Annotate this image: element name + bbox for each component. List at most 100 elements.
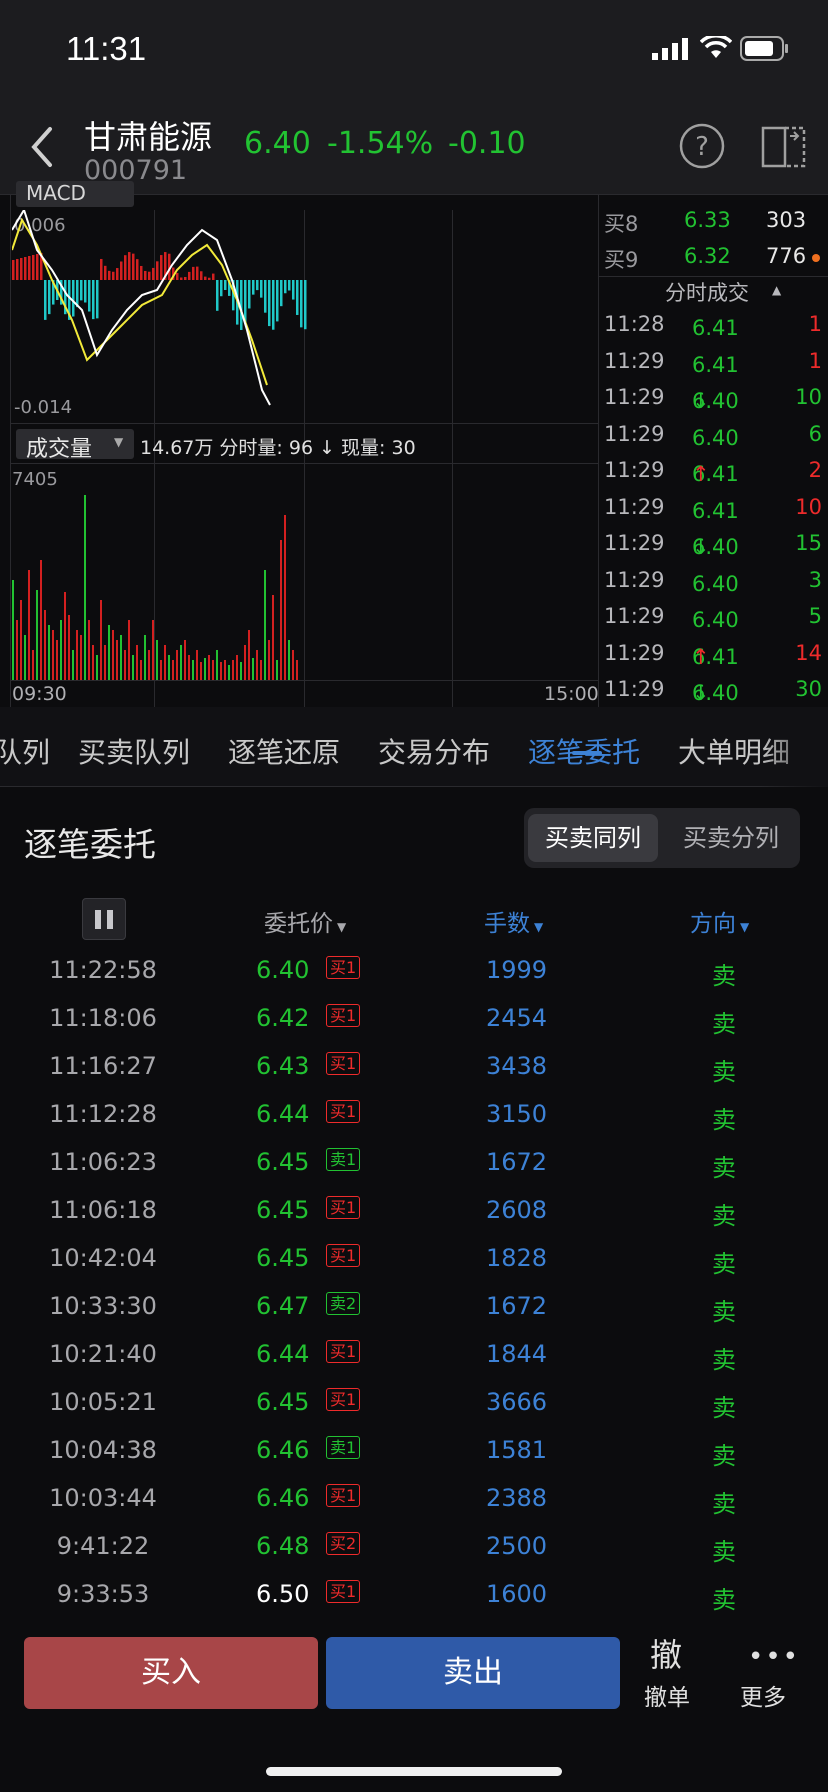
order-badge: 买1 xyxy=(326,1340,361,1363)
macd-bar xyxy=(104,265,107,280)
macd-bar xyxy=(196,266,199,280)
order-badge: 卖1 xyxy=(326,1436,361,1459)
macd-bar xyxy=(124,255,127,280)
volume-bar xyxy=(148,650,150,680)
order-time: 10:03:44 xyxy=(49,1484,157,1512)
trades-header[interactable]: 分时成交 xyxy=(665,277,749,307)
order-badge: 买1 xyxy=(326,1388,361,1411)
macd-bar xyxy=(208,277,211,280)
volume-bar xyxy=(212,660,214,680)
macd-bar xyxy=(268,280,271,327)
volume-bar xyxy=(248,630,250,680)
macd-bar xyxy=(24,257,27,280)
volume-bar xyxy=(12,580,14,680)
volume-bar xyxy=(112,630,114,680)
macd-bar xyxy=(244,280,247,324)
order-row: 11:12:28 6.44 买1 3150 卖 xyxy=(0,1092,828,1140)
volume-bar xyxy=(132,655,134,680)
back-icon[interactable] xyxy=(28,126,56,168)
trade-row: 11:29 6.41 ↑ 2 xyxy=(604,458,822,486)
signal-icon xyxy=(652,38,688,60)
macd-bar xyxy=(20,258,23,280)
help-icon[interactable]: ? xyxy=(678,122,726,170)
macd-bar xyxy=(72,280,75,317)
volume-bar xyxy=(88,620,90,680)
layout-switch-icon[interactable] xyxy=(760,122,810,170)
tab-trade-distribution[interactable]: 交易分布 xyxy=(378,731,490,771)
volume-bar xyxy=(180,645,182,680)
macd-bar xyxy=(288,280,291,291)
volume-bar xyxy=(168,655,170,680)
order-qty: 3150 xyxy=(486,1100,548,1128)
macd-bar xyxy=(304,280,307,330)
order-row: 10:33:30 6.47 卖2 1672 卖 xyxy=(0,1284,828,1332)
volume-bar xyxy=(296,660,298,680)
view-toggle: 买卖同列 买卖分列 xyxy=(524,808,800,868)
order-direction: 卖 xyxy=(712,1346,736,1374)
toggle-same-column[interactable]: 买卖同列 xyxy=(528,814,658,862)
order-badge: 卖2 xyxy=(326,1292,361,1315)
order-row: 11:16:27 6.43 买1 3438 卖 xyxy=(0,1044,828,1092)
trade-row: 11:29 6.41 1 xyxy=(604,348,822,377)
macd-bar xyxy=(156,261,159,280)
order-row: 11:22:58 6.40 买1 1999 卖 xyxy=(0,948,828,996)
macd-bar xyxy=(96,280,99,319)
macd-selector[interactable]: MACD xyxy=(16,181,134,207)
macd-bar xyxy=(32,255,35,280)
order-time: 11:12:28 xyxy=(49,1100,157,1128)
order-price: 6.46 xyxy=(256,1484,310,1512)
order-row: 10:21:40 6.44 买1 1844 卖 xyxy=(0,1332,828,1380)
volume-bar xyxy=(268,640,270,680)
order-price: 6.45 xyxy=(256,1148,310,1176)
macd-bar xyxy=(120,261,123,280)
macd-bar xyxy=(116,268,119,280)
sell-button[interactable]: 卖出 xyxy=(326,1637,620,1709)
header-direction[interactable]: 方向 ▼ xyxy=(690,904,749,938)
tab-queue[interactable]: 队列 xyxy=(0,731,50,771)
macd-bar xyxy=(80,280,83,301)
header-qty[interactable]: 手数 ▼ xyxy=(484,904,543,938)
toggle-split-column[interactable]: 买卖分列 xyxy=(666,814,796,862)
order-price: 6.48 xyxy=(256,1532,310,1560)
macd-bar xyxy=(112,271,115,280)
tab-tick-restore[interactable]: 逐笔还原 xyxy=(228,731,340,771)
macd-bar xyxy=(192,266,195,280)
macd-bar xyxy=(88,280,91,312)
order-qty: 1600 xyxy=(486,1580,548,1608)
order-direction: 卖 xyxy=(712,1586,736,1614)
order-price: 6.44 xyxy=(256,1340,310,1368)
volume-bar xyxy=(24,635,26,680)
header-price[interactable]: 委托价 ▼ xyxy=(264,904,346,938)
macd-bar xyxy=(180,277,183,280)
volume-selector[interactable]: 成交量 ▼ xyxy=(16,429,134,462)
order-qty: 1672 xyxy=(486,1292,548,1320)
order-time: 10:21:40 xyxy=(49,1340,157,1368)
order-badge: 买1 xyxy=(326,1100,361,1123)
volume-bar xyxy=(80,635,82,680)
volume-bar xyxy=(100,600,102,680)
pause-button[interactable] xyxy=(82,898,126,940)
order-time: 10:33:30 xyxy=(49,1292,157,1320)
tab-bar: 队列 买卖队列 逐笔还原 交易分布 逐笔委托 大单明细 xyxy=(0,707,828,787)
macd-bar xyxy=(160,255,163,280)
cancel-icon: 撤 xyxy=(650,1636,683,1674)
buy-button[interactable]: 买入 xyxy=(24,1637,318,1709)
macd-bar xyxy=(152,267,155,280)
volume-bar xyxy=(200,662,202,680)
order-badge: 买1 xyxy=(326,1244,361,1267)
volume-bar xyxy=(280,540,282,680)
order-qty: 2388 xyxy=(486,1484,548,1512)
macd-bar xyxy=(28,256,31,280)
more-button[interactable]: ••• 更多 xyxy=(736,1630,798,1716)
volume-bar xyxy=(252,658,254,680)
stock-price: 6.40 xyxy=(244,126,311,161)
tab-order-queue[interactable]: 买卖队列 xyxy=(78,731,190,771)
macd-bar xyxy=(148,271,151,280)
order-row: 9:41:22 6.48 买2 2500 卖 xyxy=(0,1524,828,1572)
order-direction: 卖 xyxy=(712,1394,736,1422)
bottom-bar: 买入 卖出 撤 撤单 ••• 更多 xyxy=(0,1620,828,1792)
cancel-order-button[interactable]: 撤 撤单 xyxy=(640,1630,700,1716)
volume-bar xyxy=(104,645,106,680)
wifi-icon xyxy=(700,36,732,58)
macd-bar xyxy=(264,280,267,313)
